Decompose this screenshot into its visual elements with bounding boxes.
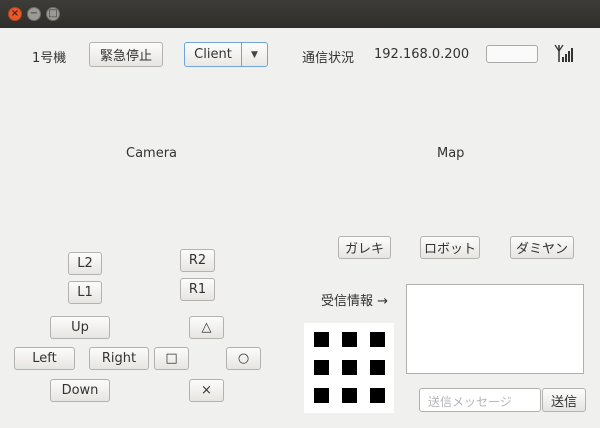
receive-label: 受信情報 → <box>321 294 389 309</box>
rubble-button[interactable]: ガレキ <box>338 236 391 259</box>
matrix-cell <box>342 332 357 347</box>
circle-button[interactable]: ○ <box>226 347 261 370</box>
send-button[interactable]: 送信 <box>542 388 586 412</box>
matrix-cell <box>342 360 357 375</box>
maximize-icon[interactable]: □ <box>46 7 60 21</box>
r2-button[interactable]: R2 <box>180 249 215 272</box>
l2-button[interactable]: L2 <box>68 252 102 275</box>
ip-address: 192.168.0.200 <box>374 47 470 62</box>
window-titlebar: × − □ <box>0 0 600 28</box>
send-message-input[interactable]: 送信メッセージ <box>419 388 541 412</box>
matrix-cell <box>370 388 385 403</box>
mode-select-value: Client <box>185 43 242 66</box>
square-button[interactable]: □ <box>154 347 189 370</box>
matrix-cell <box>370 360 385 375</box>
left-button[interactable]: Left <box>14 347 75 370</box>
dummy-button[interactable]: ダミヤン <box>510 236 574 259</box>
emergency-stop-button[interactable]: 緊急停止 <box>89 42 163 67</box>
matrix-cell <box>314 360 329 375</box>
minimize-icon[interactable]: − <box>27 7 41 21</box>
matrix-cell <box>314 388 329 403</box>
matrix-cell <box>370 332 385 347</box>
matrix-cell <box>314 332 329 347</box>
signal-icon <box>554 44 573 62</box>
map-label: Map <box>437 146 465 161</box>
down-button[interactable]: Down <box>50 379 110 402</box>
camera-label: Camera <box>126 146 178 161</box>
triangle-button[interactable]: △ <box>189 316 224 339</box>
r1-button[interactable]: R1 <box>180 278 215 301</box>
receive-textarea[interactable] <box>406 284 584 374</box>
status-matrix <box>304 323 394 413</box>
chevron-down-icon[interactable]: ▼ <box>242 43 267 66</box>
robot-button[interactable]: ロボット <box>420 236 480 259</box>
comm-status-label: 通信状況 <box>302 51 355 66</box>
unit-label: 1号機 <box>32 51 67 66</box>
right-button[interactable]: Right <box>89 347 149 370</box>
close-icon[interactable]: × <box>8 7 22 21</box>
up-button[interactable]: Up <box>50 316 110 339</box>
comm-status-indicator <box>486 45 538 63</box>
matrix-cell <box>342 388 357 403</box>
l1-button[interactable]: L1 <box>68 281 102 304</box>
cross-button[interactable]: × <box>189 379 224 402</box>
mode-select[interactable]: Client ▼ <box>184 42 268 67</box>
